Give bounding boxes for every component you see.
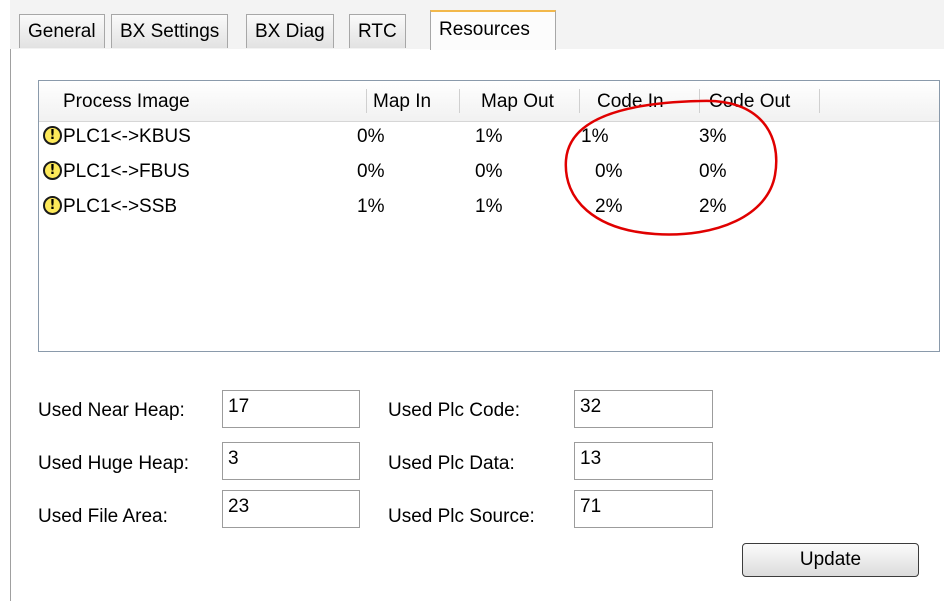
column-header-process-image[interactable]: Process Image <box>63 91 190 113</box>
column-header-map-out[interactable]: Map Out <box>481 91 554 113</box>
used-plc-data-label: Used Plc Data: <box>388 453 515 474</box>
update-button[interactable]: Update <box>742 543 919 577</box>
warning-icon: ! <box>43 126 62 145</box>
process-name: PLC1<->SSB <box>63 196 178 217</box>
tab-resources[interactable]: Resources <box>430 10 556 50</box>
used-file-area-field[interactable]: 23 <box>222 490 360 528</box>
used-huge-heap-label: Used Huge Heap: <box>38 453 190 474</box>
column-divider[interactable] <box>819 89 820 113</box>
warning-icon: ! <box>43 196 62 215</box>
used-plc-source-label: Used Plc Source: <box>388 506 535 527</box>
code-in-value: 0% <box>595 161 623 182</box>
map-in-value: 0% <box>357 126 385 147</box>
warning-icon: ! <box>43 161 62 180</box>
tab-bx-settings[interactable]: BX Settings <box>111 14 229 48</box>
process-image-list[interactable]: Process Image Map In Map Out Code In Cod… <box>38 80 940 352</box>
used-plc-data-field[interactable]: 13 <box>574 442 713 480</box>
list-header: Process Image Map In Map Out Code In Cod… <box>39 81 939 122</box>
map-in-value: 1% <box>357 196 385 217</box>
column-header-code-in[interactable]: Code In <box>597 91 664 113</box>
map-out-value: 0% <box>475 161 503 182</box>
tab-bx-diag[interactable]: BX Diag <box>246 14 334 48</box>
column-divider[interactable] <box>459 89 460 113</box>
used-file-area-label: Used File Area: <box>38 506 168 527</box>
used-plc-source-field[interactable]: 71 <box>574 490 713 528</box>
table-row[interactable]: ! PLC1<->KBUS 0% 1% 1% 3% <box>39 125 939 151</box>
used-plc-code-label: Used Plc Code: <box>388 400 521 421</box>
used-huge-heap-field[interactable]: 3 <box>222 442 360 480</box>
code-out-value: 2% <box>699 196 727 217</box>
column-divider[interactable] <box>699 89 700 113</box>
column-header-map-in[interactable]: Map In <box>373 91 431 113</box>
used-near-heap-field[interactable]: 17 <box>222 390 360 428</box>
tab-general[interactable]: General <box>19 14 105 48</box>
table-row[interactable]: ! PLC1<->FBUS 0% 0% 0% 0% <box>39 160 939 186</box>
table-row[interactable]: ! PLC1<->SSB 1% 1% 2% 2% <box>39 195 939 221</box>
column-divider[interactable] <box>579 89 580 113</box>
column-divider[interactable] <box>366 89 367 113</box>
code-out-value: 0% <box>699 161 727 182</box>
process-name: PLC1<->FBUS <box>63 161 190 182</box>
tab-rtc[interactable]: RTC <box>349 14 406 48</box>
code-in-value: 1% <box>581 126 609 147</box>
code-out-value: 3% <box>699 126 727 147</box>
column-header-code-out[interactable]: Code Out <box>709 91 790 113</box>
used-plc-code-field[interactable]: 32 <box>574 390 713 428</box>
map-out-value: 1% <box>475 196 503 217</box>
code-in-value: 2% <box>595 196 623 217</box>
map-out-value: 1% <box>475 126 503 147</box>
map-in-value: 0% <box>357 161 385 182</box>
used-near-heap-label: Used Near Heap: <box>38 400 185 421</box>
process-name: PLC1<->KBUS <box>63 126 191 147</box>
